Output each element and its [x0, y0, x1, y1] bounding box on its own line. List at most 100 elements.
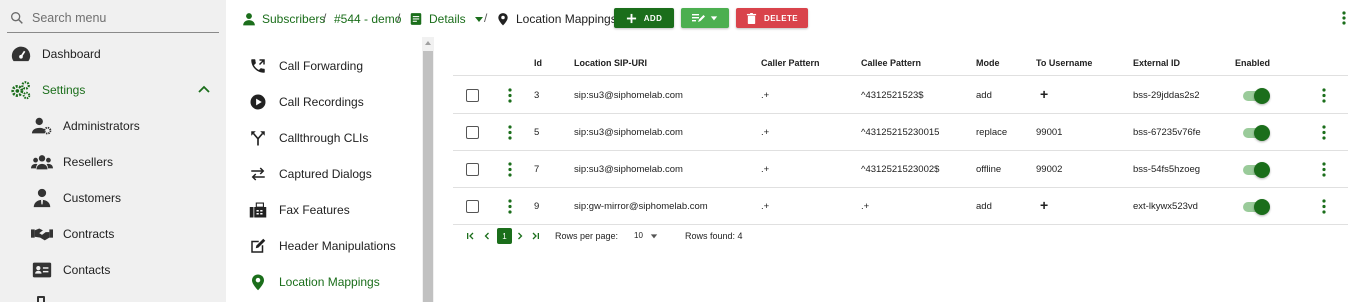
row-menu-icon[interactable]	[508, 162, 512, 177]
column-header-enabled[interactable]: Enabled	[1235, 58, 1270, 68]
cell-to-username: 99001	[1036, 127, 1063, 138]
toggle-knob	[1254, 88, 1270, 104]
cell-external-id: ext-lkywx523vd	[1133, 201, 1198, 212]
submenu-item-fax-features[interactable]: Fax Features	[226, 192, 422, 228]
column-header-caller-pattern[interactable]: Caller Pattern	[761, 58, 820, 68]
sidebar-item-contacts[interactable]: Contacts	[0, 252, 226, 288]
row-more-vert-icon[interactable]	[1322, 162, 1326, 177]
last-page-icon[interactable]	[530, 231, 540, 241]
row-more-vert-icon[interactable]	[1322, 199, 1326, 214]
row-checkbox[interactable]	[466, 89, 479, 102]
breadcrumb-subscriber[interactable]: #544 - demo	[334, 0, 401, 37]
submenu-item-captured-dialogs[interactable]: Captured Dialogs	[226, 156, 422, 192]
cell-external-id: bss-29jddas2s2	[1133, 90, 1200, 101]
breadcrumb-separator: /	[323, 11, 327, 25]
column-header-external-id[interactable]: External ID	[1133, 58, 1180, 68]
chevron-up-icon[interactable]	[196, 82, 212, 98]
table-row[interactable]: 7 sip:su3@siphomelab.com .+ ^4312521523002$…	[453, 151, 1348, 188]
toggle-knob	[1254, 199, 1270, 215]
row-checkbox[interactable]	[466, 200, 479, 213]
sidebar-item-resellers[interactable]: Resellers	[0, 144, 226, 180]
sidebar-item-contracts[interactable]: Contracts	[0, 216, 226, 252]
submenu-scrollbar[interactable]	[422, 37, 434, 302]
row-more-vert-icon[interactable]	[1322, 88, 1326, 103]
row-menu-icon[interactable]	[508, 88, 512, 103]
cell-external-id: bss-67235v76fe	[1133, 127, 1201, 138]
cell-id: 9	[534, 201, 540, 212]
breadcrumb-label: Subscribers	[262, 11, 326, 26]
cell-to-username: +	[1040, 86, 1049, 102]
sidebar-item-dashboard[interactable]: Dashboard	[0, 36, 226, 72]
prev-page-icon[interactable]	[482, 231, 492, 241]
cell-callee-pattern: .+	[861, 201, 870, 212]
row-menu-icon[interactable]	[508, 125, 512, 140]
sidebar-item-settings[interactable]: Settings	[0, 72, 226, 108]
submenu-item-call-forwarding[interactable]: Call Forwarding	[226, 48, 422, 84]
submenu-item-location-mappings[interactable]: Location Mappings	[226, 264, 422, 300]
sidebar-item-label: Resellers	[63, 155, 114, 169]
sidebar-item-administrators[interactable]: Administrators	[0, 108, 226, 144]
caret-down-icon[interactable]	[650, 232, 658, 240]
trash-icon	[746, 12, 757, 24]
sidebar-item-label: Administrators	[63, 119, 140, 133]
scroll-up-arrow[interactable]	[425, 41, 431, 45]
top-bar: Subscribers / #544 - demo / Details / Lo…	[226, 0, 1365, 37]
search-icon	[11, 11, 23, 24]
row-checkbox[interactable]	[466, 126, 479, 139]
cell-callee-pattern: ^4312521523002$	[861, 164, 940, 175]
submenu-item-label: Captured Dialogs	[279, 167, 372, 181]
merge-icon	[248, 128, 268, 148]
subscriber-submenu: Call Forwarding Call Recordings Callthro…	[226, 37, 422, 302]
edit-menu-button[interactable]	[681, 8, 729, 28]
add-button[interactable]: ADD	[614, 8, 674, 28]
pagination: 1 Rows per page: 10 Rows found: 4	[466, 228, 766, 244]
caret-down-icon[interactable]	[474, 14, 484, 24]
delete-button[interactable]: DELETE	[736, 8, 808, 28]
row-menu-icon[interactable]	[508, 199, 512, 214]
contact-card-icon	[30, 258, 54, 282]
sidebar-item-label: Customers	[63, 191, 122, 205]
sidebar-item-label: Contracts	[63, 227, 115, 241]
first-page-icon[interactable]	[466, 231, 476, 241]
rows-per-page-select[interactable]: 10	[634, 231, 643, 240]
cell-mode: replace	[976, 127, 1008, 138]
search-menu-input[interactable]: Search menu	[32, 11, 106, 25]
cell-to-username: 99002	[1036, 164, 1063, 175]
enabled-toggle[interactable]	[1243, 199, 1270, 215]
submenu-item-callthrough-clis[interactable]: Callthrough CLIs	[226, 120, 422, 156]
next-page-icon[interactable]	[515, 231, 525, 241]
enabled-toggle[interactable]	[1243, 125, 1270, 141]
column-header-to-username[interactable]: To Username	[1036, 58, 1092, 68]
search-menu-field[interactable]: Search menu	[7, 4, 219, 33]
table-row[interactable]: 3 sip:su3@siphomelab.com .+ ^4312521523$ add…	[453, 77, 1348, 114]
partial-menu-icon	[37, 296, 45, 302]
column-header-id[interactable]: Id	[534, 58, 542, 68]
sidebar-item-customers[interactable]: Customers	[0, 180, 226, 216]
table-row[interactable]: 5 sip:su3@siphomelab.com .+ ^43125215230015…	[453, 114, 1348, 151]
submenu-item-label: Call Recordings	[279, 95, 364, 109]
column-header-callee-pattern[interactable]: Callee Pattern	[861, 58, 921, 68]
table-row[interactable]: 9 sip:gw-mirror@siphomelab.com .+ .+ add + ext…	[453, 188, 1348, 225]
scrollbar-thumb[interactable]	[423, 51, 433, 302]
submenu-item-call-recordings[interactable]: Call Recordings	[226, 84, 422, 120]
breadcrumb-subscribers[interactable]: Subscribers	[242, 0, 325, 37]
column-header-location-sip-uri[interactable]: Location SIP-URI	[574, 58, 647, 68]
row-checkbox[interactable]	[466, 163, 479, 176]
cell-mode: add	[976, 201, 992, 212]
enabled-toggle[interactable]	[1243, 88, 1270, 104]
submenu-item-label: Call Forwarding	[279, 59, 364, 73]
submenu-item-label: Location Mappings	[279, 275, 380, 289]
more-vert-icon[interactable]	[1342, 11, 1346, 25]
enabled-toggle[interactable]	[1243, 162, 1270, 178]
dashboard-icon	[9, 42, 33, 66]
cell-location-sip-uri: sip:gw-mirror@siphomelab.com	[574, 201, 708, 212]
submenu-item-header-manipulations[interactable]: Header Manipulations	[226, 228, 422, 264]
cell-location-sip-uri: sip:su3@siphomelab.com	[574, 127, 683, 138]
breadcrumb-separator: /	[397, 11, 401, 25]
play-circle-icon	[248, 92, 268, 112]
column-header-mode[interactable]: Mode	[976, 58, 1000, 68]
current-page-button[interactable]: 1	[497, 228, 512, 244]
delete-button-label: DELETE	[764, 13, 798, 23]
row-more-vert-icon[interactable]	[1322, 125, 1326, 140]
breadcrumb-details[interactable]: Details	[409, 0, 484, 37]
